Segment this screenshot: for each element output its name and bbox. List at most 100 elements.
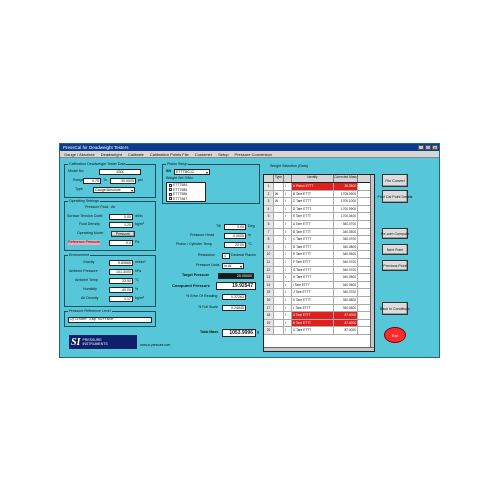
row-flag: I (284, 281, 292, 289)
row-type: W (274, 190, 284, 198)
row-corrected-mass: 340.0800 (334, 243, 358, 251)
row-number: 7 (264, 228, 274, 236)
website-url[interactable]: www.si-pressure.com (140, 343, 170, 347)
table-row[interactable]: 13 I H Tare ETTT 340.0500 (264, 274, 374, 282)
weight-set-item[interactable]: ETTT587 (167, 197, 205, 202)
menu-gauge-absolute[interactable]: Gauge / Absolute (64, 151, 95, 157)
table-row[interactable]: 10 I E Tare ETTT 340.0600 (264, 251, 374, 259)
piston-temp-field[interactable]: 20.00 (224, 242, 246, 248)
back-to-conditions-button[interactable]: Back to Conditions (380, 302, 410, 315)
table-row[interactable]: 19 I B Tare ETTT 87.0000 (264, 319, 374, 328)
menu-calibrate[interactable]: Calibrate (128, 151, 144, 157)
calibration-data-group: Calibration Deadweight Tester Data Model… (64, 162, 156, 198)
close-button[interactable]: x (432, 145, 438, 150)
table-row[interactable]: 7 IB Tare ETTT 340.0500 (264, 228, 374, 237)
table-row[interactable]: 8 IC Tare ETTT 340.0700 (264, 236, 374, 244)
table-row[interactable]: 11 I F Tare ETTT 340.0700 (264, 258, 374, 267)
table-row[interactable]: 20 I C Tare ETTT 87.0000 (264, 327, 374, 335)
vertical-scrollbar[interactable] (370, 175, 374, 351)
piston-setup-group: Piston Setup SN ETTTBC12 Weight Set S/No… (162, 162, 260, 204)
table-row[interactable]: 3WIC Tare ETTT 1700.1000 (264, 198, 374, 206)
maximize-button[interactable]: □ (425, 145, 431, 150)
row-flag: I (284, 319, 292, 327)
exit-button[interactable]: Exit (384, 327, 406, 343)
table-row[interactable]: 18 I A Tare ETTT 87.0000 (264, 312, 374, 320)
menu-calibration-points-file[interactable]: Calibration Points File (150, 151, 189, 157)
ambient-temp-field[interactable]: 23.50 (109, 278, 133, 284)
resolution-field[interactable]: 4 (222, 253, 230, 259)
row-identity: F Tare ETTT (292, 258, 334, 266)
row-flag: I (284, 258, 292, 266)
file-convert-button[interactable]: File Convert (382, 174, 408, 187)
pressure-reference-level-title: Pressure Reference Level (68, 309, 112, 313)
piston-setup-title: Piston Setup (166, 162, 189, 166)
weight-set-list[interactable]: ETTT584 ETTT585 ETTT586 ETTT587 (166, 182, 206, 202)
model-field[interactable]: 630L (99, 169, 141, 175)
menu-deadweight[interactable]: Deadweight (101, 151, 122, 157)
range-label: Range (73, 178, 84, 182)
table-row[interactable]: 2WIB Tare ETTT 1708.0900 (264, 190, 374, 199)
gravity-field[interactable]: 9.80665 (109, 260, 133, 266)
full-scale-field[interactable]: 0.24845 (222, 305, 246, 311)
error-of-reading-label: % Error Of Reading (186, 294, 218, 298)
checkbox-icon[interactable] (169, 192, 172, 196)
table-row[interactable]: 12 I G Tare ETTT 340.0700 (264, 266, 374, 275)
table-row[interactable]: 4 ID Tare ETTT 1700.0900 (264, 205, 374, 214)
row-identity: A Tare ETTT (292, 312, 334, 319)
row-type (274, 205, 284, 213)
humidity-field[interactable]: 40.00 (109, 287, 133, 293)
pressure-head-field[interactable]: 0.0000 (224, 233, 246, 239)
row-flag: I (284, 266, 292, 274)
row-identity: L Tare ETTT (292, 304, 334, 312)
row-number: 6 (264, 220, 274, 228)
checkbox-icon[interactable] (169, 188, 172, 192)
checkbox-icon[interactable] (169, 183, 172, 187)
table-row[interactable]: 15 I J Tare ETTT 340.0700 (264, 289, 374, 297)
reference-pressure-unit: Pa (135, 240, 140, 244)
table-row[interactable]: 9 ID Tare ETTT 340.0800 (264, 243, 374, 252)
row-identity: G Tare ETTT (292, 266, 334, 274)
ambient-pressure-field[interactable]: 101.3000 (109, 269, 133, 275)
re-compute-button[interactable]: Re-com Compute (381, 228, 409, 239)
range-from-field[interactable]: 0.75 (83, 178, 101, 184)
fluid-density-field[interactable]: 1.20 (109, 222, 133, 228)
si-logo-text: PRESSURE INSTRUMENTS (82, 338, 107, 346)
table-row[interactable]: 1 IA Piston ETTT 35.3900 (264, 183, 374, 191)
pressure-units-dropdown[interactable]: in-Al (222, 263, 244, 269)
print-cal-button[interactable]: Print Cal Point Details (378, 190, 412, 203)
row-identity: K Tare ETTT (292, 296, 334, 304)
table-row[interactable]: 17 I L Tare ETTT 340.0600 (264, 304, 374, 313)
surface-tension-field[interactable]: 0.00 (109, 214, 133, 220)
horizontal-scrollbar[interactable] (264, 347, 374, 351)
table-row[interactable]: 6 IA Tare ETTT 340.0700 (264, 220, 374, 229)
checkbox-icon[interactable] (169, 197, 172, 201)
type-dropdown[interactable]: Gauge/Absolute (93, 187, 135, 193)
air-density-field[interactable]: 1.17 (109, 296, 133, 302)
menu-customer[interactable]: Customer (195, 151, 212, 157)
pressure-reference-level-field[interactable]: Cylinder cap surface (68, 317, 152, 323)
operating-mode-button[interactable]: Pressure (111, 231, 135, 237)
row-type (274, 228, 284, 236)
menu-pressure-conversion[interactable]: Pressure Conversion (235, 151, 272, 157)
weight-selection-table[interactable]: Type Identity Corrected Mass 1IA Piston … (263, 174, 375, 352)
previous-point-button[interactable]: Previous Point (382, 260, 408, 271)
row-type (274, 327, 284, 334)
tilt-field[interactable]: 0.00 (224, 224, 246, 230)
row-number: 16 (264, 296, 274, 304)
table-row[interactable]: 5 IE Tare ETTT 1700.0400 (264, 213, 374, 221)
menu-setup[interactable]: Setup (218, 151, 228, 157)
error-of-reading-field[interactable]: 0.37263 (222, 294, 246, 300)
row-corrected-mass: 340.0700 (334, 258, 358, 266)
environment-title: Environment (68, 253, 91, 257)
row-corrected-mass: 340.0800 (334, 296, 358, 304)
next-point-button[interactable]: Next Point (382, 244, 408, 255)
row-identity: B Tare ETTT (292, 228, 334, 236)
range-to-field[interactable]: 30.0000 (110, 178, 136, 184)
row-type (274, 274, 284, 281)
table-row[interactable]: 16 I K Tare ETTT 340.0800 (264, 296, 374, 305)
target-pressure-field[interactable]: 20.00000 (218, 273, 254, 279)
table-row[interactable]: 14 I I Tare ETTT 340.0600 (264, 281, 374, 290)
sn-dropdown[interactable]: ETTTBC12 (174, 169, 210, 175)
reference-pressure-field[interactable]: 0.0 (109, 240, 133, 246)
minimize-button[interactable]: _ (418, 145, 424, 150)
